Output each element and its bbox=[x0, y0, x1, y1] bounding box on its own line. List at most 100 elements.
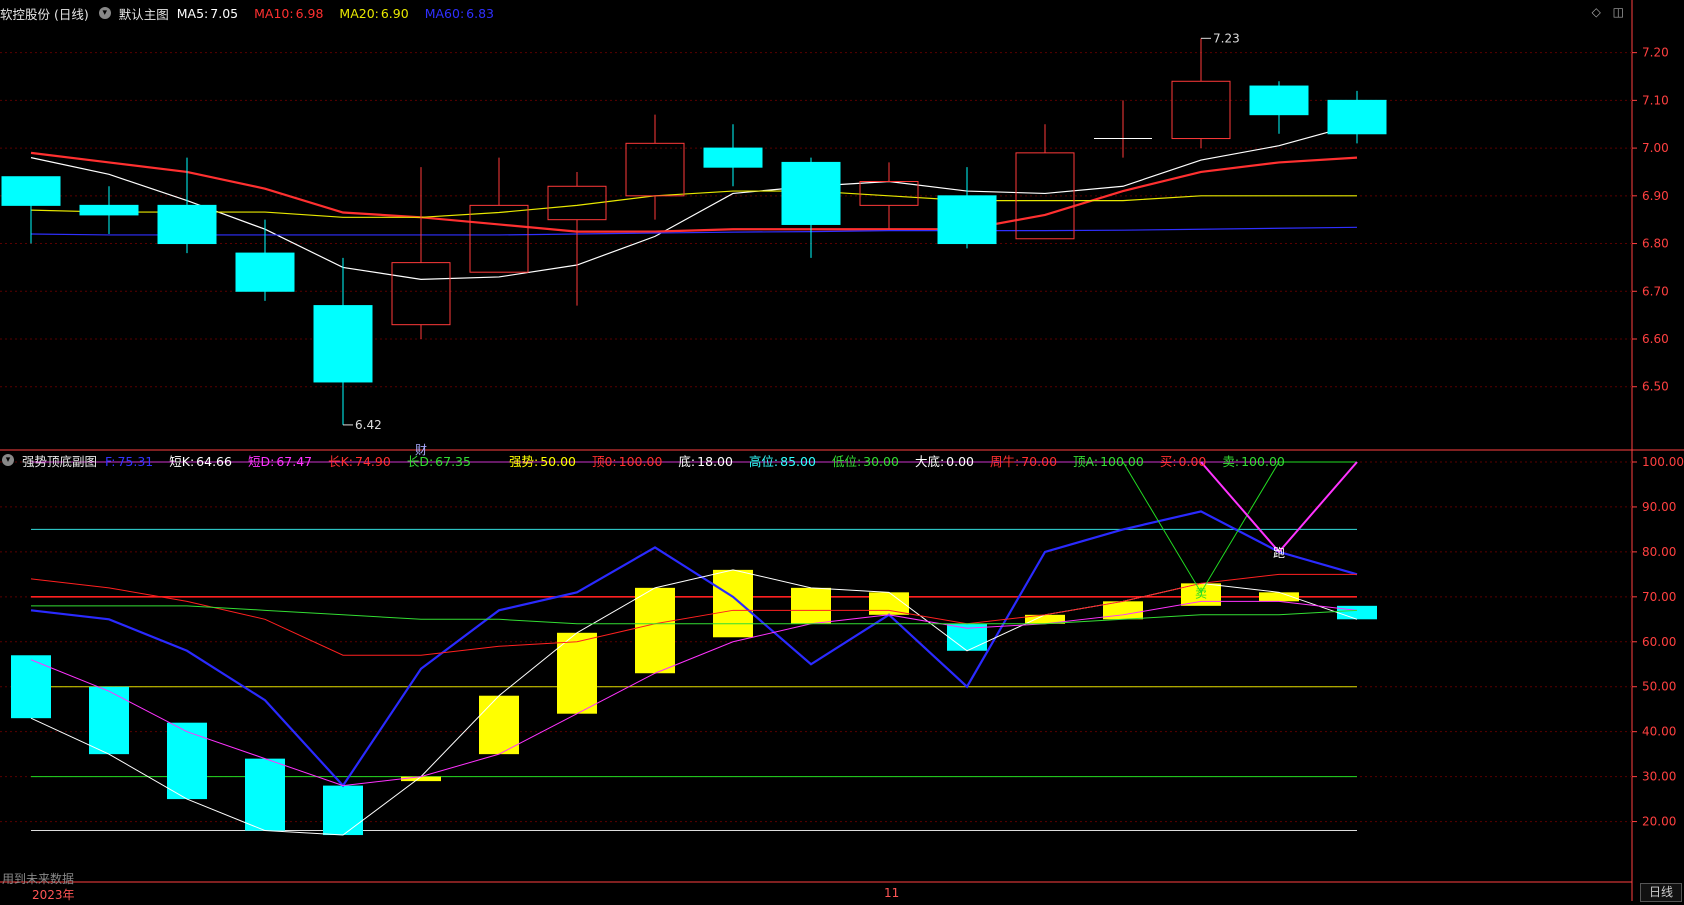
legend-label: 周牛: bbox=[990, 453, 1020, 469]
signal-marker: 跑 bbox=[1273, 546, 1285, 560]
legend-value: 67.47 bbox=[276, 453, 313, 469]
legend-value: 6.83 bbox=[466, 5, 494, 21]
legend-label: 低位: bbox=[831, 453, 862, 469]
main-chart-header: 软控股份 (日线) ▾ 默认主图 MA5: 7.05 MA10: 6.98 MA20: 6… bbox=[0, 3, 518, 23]
indicator-legend: F: 75.31 短K: 64.66 短D: 67.47 长K: 74.90 长D: 67.35 强… bbox=[105, 451, 1301, 470]
candle-body bbox=[625, 142, 685, 197]
indicator-bar bbox=[479, 695, 519, 755]
legend-value: 64.66 bbox=[196, 453, 232, 469]
legend-value: 6.90 bbox=[380, 5, 409, 21]
legend-value: 100.00 bbox=[1241, 453, 1285, 469]
legend-label: 顶0: bbox=[591, 453, 617, 469]
ma-line-ma10 bbox=[30, 151, 1358, 233]
main-tick-label: 6.80 bbox=[1642, 237, 1669, 251]
legend-item: 买: 0.00 bbox=[1160, 454, 1215, 469]
candle-body bbox=[859, 181, 919, 206]
sub-chart-name[interactable]: 强势顶底副图 bbox=[22, 451, 97, 470]
legend-label: 买: bbox=[1159, 453, 1177, 469]
legend-item: F: 75.31 bbox=[105, 454, 161, 469]
signal-line bbox=[1122, 461, 1357, 594]
chevron-down-icon[interactable]: ▾ bbox=[98, 7, 111, 19]
candle-body bbox=[1327, 99, 1387, 135]
indicator-line bbox=[30, 569, 1358, 836]
period-button[interactable]: 日线 bbox=[1640, 883, 1682, 902]
legend-value: 30.00 bbox=[863, 453, 899, 469]
indicator-line bbox=[30, 510, 1358, 788]
candle-body bbox=[1, 176, 61, 206]
legend-label: 底: bbox=[678, 453, 696, 469]
candle-body bbox=[1171, 80, 1231, 140]
indicator-bar bbox=[323, 785, 363, 836]
sub-tick-label: 100.00 bbox=[1642, 455, 1684, 469]
legend-label: MA5: bbox=[176, 5, 209, 21]
panel-icon[interactable]: ◫ bbox=[1613, 5, 1624, 19]
indicator-bar bbox=[401, 776, 441, 782]
signal-line bbox=[1200, 461, 1358, 554]
legend-label: 短D: bbox=[247, 453, 275, 469]
indicator-bar bbox=[635, 587, 675, 674]
diamond-icon[interactable]: ◇ bbox=[1592, 5, 1601, 19]
legend-label: MA20: bbox=[339, 5, 379, 21]
chevron-down-icon[interactable]: ▾ bbox=[2, 454, 14, 466]
legend-value: 74.90 bbox=[355, 453, 391, 469]
main-tick-label: 6.90 bbox=[1642, 189, 1669, 203]
legend-item: 高位: 85.00 bbox=[749, 454, 824, 469]
indicator-bar bbox=[167, 722, 207, 800]
sub-tick-label: 70.00 bbox=[1642, 590, 1676, 604]
indicator-bar bbox=[245, 758, 285, 831]
legend-item: MA60: 6.83 bbox=[425, 6, 502, 21]
candle-body bbox=[313, 305, 373, 383]
legend-item: 低位: 30.00 bbox=[832, 454, 907, 469]
indicator-bar bbox=[1337, 605, 1377, 620]
indicator-bar bbox=[791, 587, 831, 624]
legend-item: 长D: 67.35 bbox=[407, 454, 479, 469]
main-chart-name[interactable]: 默认主图 bbox=[119, 4, 169, 23]
legend-value: 18.00 bbox=[697, 453, 733, 469]
price-extreme-label: 6.42 bbox=[355, 418, 382, 432]
legend-value: 50.00 bbox=[540, 453, 576, 469]
candle-body bbox=[469, 204, 529, 273]
legend-value: 0.00 bbox=[1178, 453, 1207, 469]
indicator-bar bbox=[869, 592, 909, 615]
legend-item: 顶A: 100.00 bbox=[1073, 454, 1152, 469]
legend-label: 长K: bbox=[328, 453, 354, 469]
sub-tick-label: 80.00 bbox=[1642, 545, 1676, 559]
legend-item: 短K: 64.66 bbox=[169, 454, 240, 469]
legend-label: 强势: bbox=[508, 453, 539, 469]
ma-legend: MA5: 7.05 MA10: 6.98 MA20: 6.90 MA60: 6.83 bbox=[177, 6, 510, 21]
sub-tick-label: 30.00 bbox=[1642, 770, 1676, 784]
price-extreme-label: 7.23 bbox=[1213, 31, 1240, 45]
legend-label: 卖: bbox=[1222, 453, 1240, 469]
indicator-bar bbox=[713, 569, 753, 638]
legend-value: 100.00 bbox=[1100, 453, 1144, 469]
candle-body bbox=[703, 147, 763, 168]
date-label-start: 2023年 bbox=[32, 888, 75, 902]
legend-label: MA60: bbox=[424, 5, 465, 21]
candle-body bbox=[235, 252, 295, 292]
date-label-mid: 11 bbox=[884, 886, 900, 900]
window-controls: ◇ ◫ bbox=[1584, 5, 1624, 19]
legend-item: MA10: 6.98 bbox=[254, 6, 331, 21]
candle-body bbox=[1249, 85, 1309, 116]
indicator-bar bbox=[557, 632, 597, 714]
legend-value: 0.00 bbox=[946, 453, 975, 469]
legend-label: F: bbox=[105, 453, 116, 469]
legend-label: 高位: bbox=[748, 453, 779, 469]
main-tick-label: 6.60 bbox=[1642, 332, 1669, 346]
legend-value: 75.31 bbox=[117, 453, 154, 469]
legend-label: MA10: bbox=[254, 5, 294, 21]
legend-item: 顶0: 100.00 bbox=[592, 454, 670, 469]
legend-item: 长K: 74.90 bbox=[328, 454, 399, 469]
sub-tick-label: 90.00 bbox=[1642, 500, 1676, 514]
legend-value: 7.05 bbox=[210, 5, 239, 21]
indicator-bar bbox=[89, 686, 129, 755]
legend-item: MA20: 6.90 bbox=[339, 6, 416, 21]
indicator-line bbox=[30, 600, 1358, 787]
sub-chart-header: ▾ 强势顶底副图 F: 75.31 短K: 64.66 短D: 67.47 长K: 74.90… bbox=[0, 450, 1309, 470]
indicator-line bbox=[30, 573, 1357, 656]
sub-tick-label: 50.00 bbox=[1642, 680, 1676, 694]
main-tick-label: 7.10 bbox=[1642, 93, 1669, 107]
main-tick-label: 6.70 bbox=[1642, 284, 1669, 298]
indicator-bar bbox=[11, 655, 51, 719]
sub-tick-label: 60.00 bbox=[1642, 635, 1676, 649]
